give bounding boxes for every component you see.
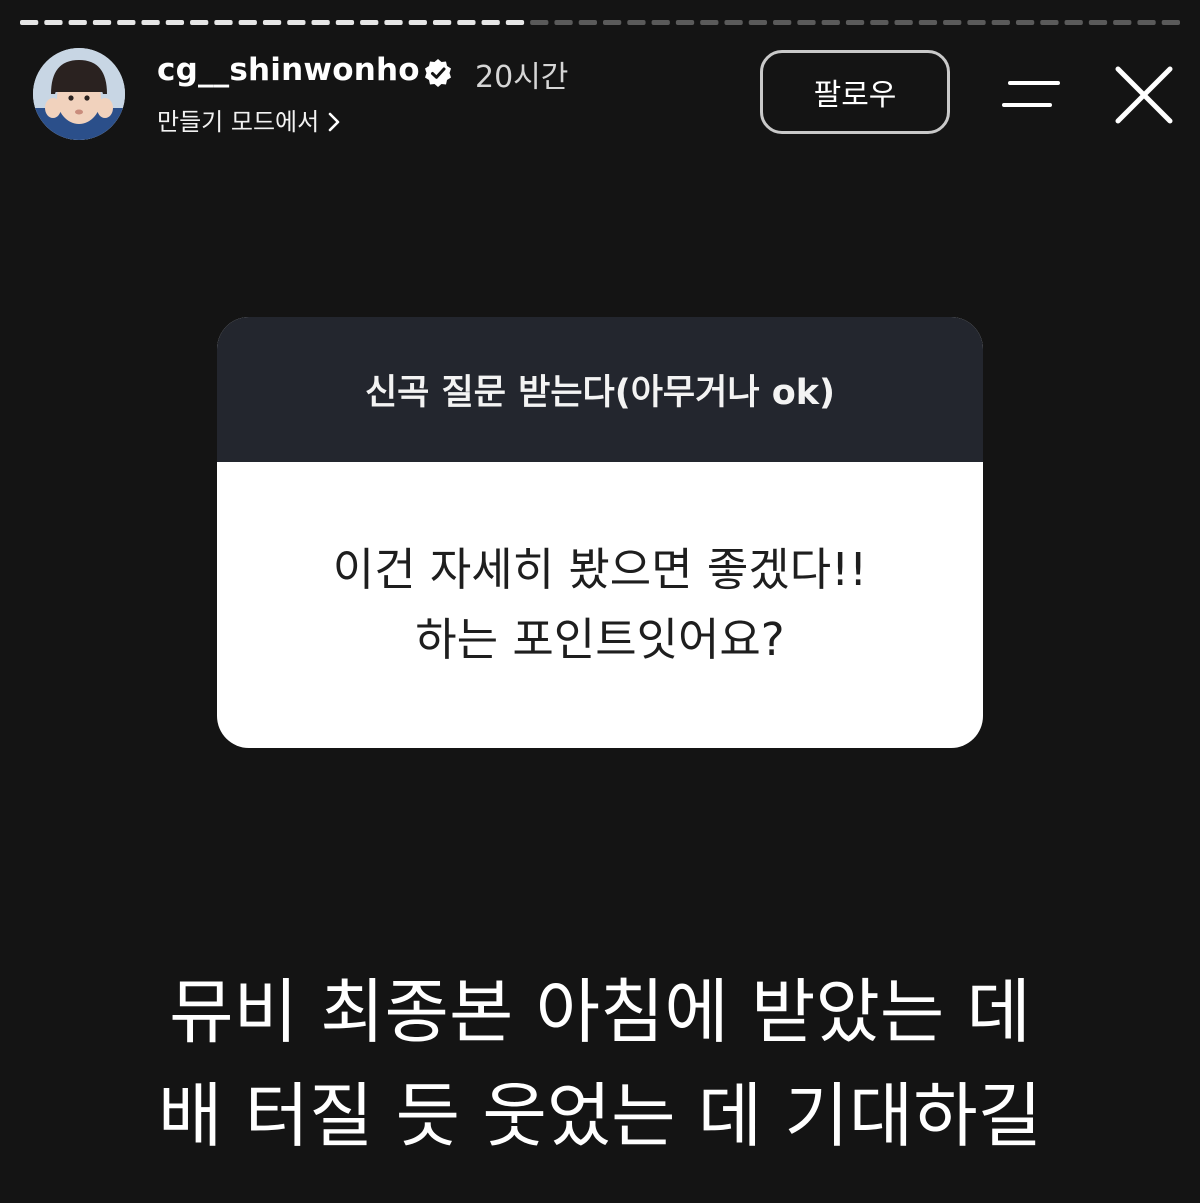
story-caption: 뮤비 최종본 아침에 받았는 데 배 터질 듯 웃었는 데 기대하길 <box>0 960 1200 1168</box>
create-mode-label: 만들기 모드에서 <box>157 108 320 136</box>
caption-line-1: 뮤비 최종본 아침에 받았는 데 <box>169 971 1031 1053</box>
chevron-right-icon <box>328 112 340 132</box>
username[interactable]: cg__shinwonho <box>157 52 420 88</box>
create-mode-link[interactable]: 만들기 모드에서 <box>157 102 341 137</box>
question-prompt: 신곡 질문 받는다(아무거나 ok) <box>217 317 983 462</box>
verified-badge-icon <box>425 59 451 87</box>
menu-icon[interactable] <box>1000 75 1064 115</box>
close-icon[interactable] <box>1112 64 1176 126</box>
story-header: cg__shinwonho 20시간 만들기 모드에서 팔로우 <box>0 0 1200 150</box>
caption-line-2: 배 터질 듯 웃었는 데 기대하길 <box>157 1075 1043 1157</box>
follow-button[interactable]: 팔로우 <box>760 50 950 134</box>
answer-line-1: 이건 자세히 봤으면 좋겠다!! <box>332 543 868 596</box>
answer-line-2: 하는 포인트잇어요? <box>415 613 785 666</box>
post-time: 20시간 <box>475 60 569 95</box>
question-sticker[interactable]: 신곡 질문 받는다(아무거나 ok) 이건 자세히 봤으면 좋겠다!! 하는 포… <box>217 317 983 748</box>
avatar[interactable] <box>33 48 125 140</box>
question-answer: 이건 자세히 봤으면 좋겠다!! 하는 포인트잇어요? <box>217 462 983 748</box>
